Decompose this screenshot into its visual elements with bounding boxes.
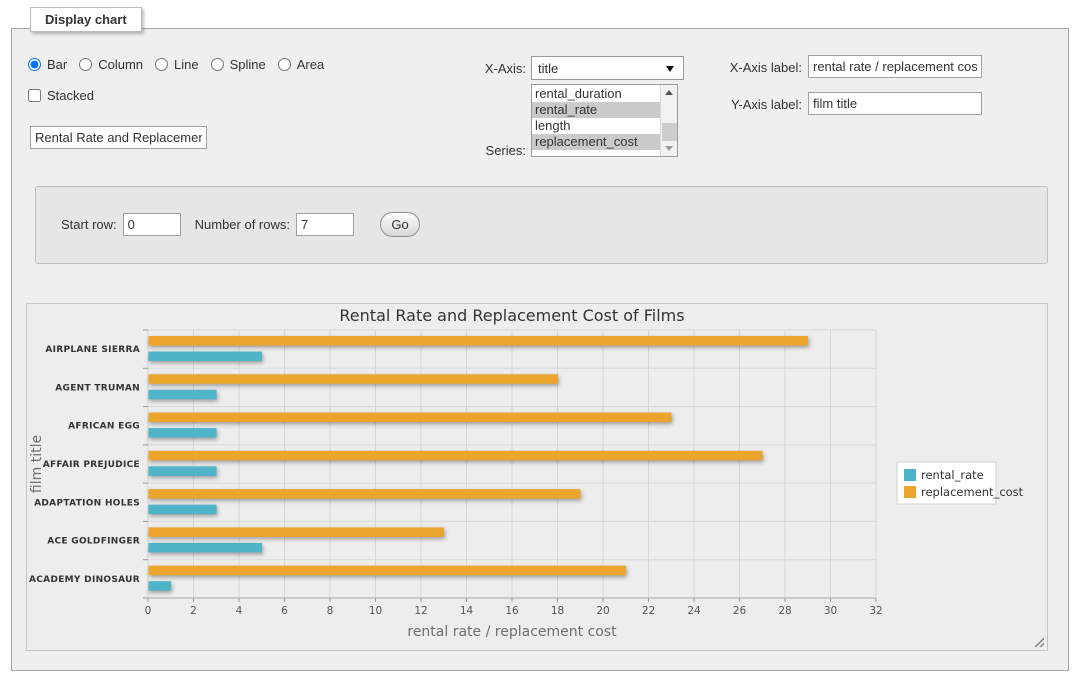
- legend-swatch-replacement_cost[interactable]: [904, 486, 916, 498]
- x-tick-label: 28: [778, 605, 791, 617]
- stacked-label: Stacked: [47, 88, 94, 103]
- chart-type-label-line: Line: [174, 57, 199, 72]
- bar-rental_rate[interactable]: [149, 466, 217, 476]
- scrollbar-thumb[interactable]: [662, 123, 677, 141]
- bar-rental_rate[interactable]: [149, 352, 263, 362]
- chart-type-option-line[interactable]: Line: [155, 57, 199, 72]
- x-tick-label: 26: [733, 605, 747, 617]
- yaxis-label-input[interactable]: [808, 92, 982, 115]
- legend-swatch-rental_rate[interactable]: [904, 469, 916, 481]
- xaxis-label-field-label: X-Axis label:: [690, 60, 802, 75]
- x-tick-label: 16: [505, 605, 519, 617]
- x-tick-label: 8: [327, 605, 334, 617]
- x-tick-label: 14: [460, 605, 474, 617]
- bar-rental_rate[interactable]: [149, 581, 172, 591]
- chart-type-radio-spline[interactable]: [211, 58, 224, 71]
- series-scrollbar[interactable]: [660, 85, 677, 156]
- bar-replacement_cost[interactable]: [149, 451, 763, 461]
- series-option-rental_duration[interactable]: rental_duration: [532, 86, 660, 102]
- category-label: ACE GOLDFINGER: [47, 537, 140, 547]
- bar-rental_rate[interactable]: [149, 390, 217, 400]
- start-row-label: Start row:: [61, 217, 117, 232]
- series-listbox[interactable]: rental_durationrental_ratelengthreplacem…: [531, 84, 678, 157]
- x-tick-label: 2: [190, 605, 197, 617]
- x-tick-label: 24: [687, 605, 701, 617]
- bar-replacement_cost[interactable]: [149, 336, 809, 346]
- row-controls-panel: Start row: Number of rows: Go: [35, 186, 1048, 264]
- xaxis-label-input[interactable]: [808, 55, 982, 78]
- bar-rental_rate[interactable]: [149, 428, 217, 438]
- bar-rental_rate[interactable]: [149, 543, 263, 553]
- category-label: ADAPTATION HOLES: [34, 498, 140, 508]
- y-axis-title: film title: [29, 435, 45, 493]
- x-tick-label: 4: [236, 605, 243, 617]
- category-label: AFRICAN EGG: [68, 422, 140, 432]
- num-rows-label: Number of rows:: [195, 217, 290, 232]
- scroll-up-icon[interactable]: [661, 85, 678, 100]
- x-tick-label: 22: [642, 605, 655, 617]
- stacked-option[interactable]: Stacked: [28, 88, 94, 103]
- chart-type-label-spline: Spline: [230, 57, 266, 72]
- chart-type-option-column[interactable]: Column: [79, 57, 143, 72]
- category-label: AIRPLANE SIERRA: [45, 345, 140, 355]
- series-option-length[interactable]: length: [532, 118, 660, 134]
- chart-type-radio-bar[interactable]: [28, 58, 41, 71]
- yaxis-label-field-label: Y-Axis label:: [690, 97, 802, 112]
- category-label: AGENT TRUMAN: [55, 383, 140, 393]
- stacked-row: Stacked: [28, 88, 94, 103]
- scroll-down-icon[interactable]: [661, 141, 678, 156]
- bar-replacement_cost[interactable]: [149, 566, 627, 576]
- chart-type-label-column: Column: [98, 57, 143, 72]
- xaxis-select-label: X-Axis:: [430, 61, 526, 76]
- chevron-down-icon: [666, 66, 674, 72]
- chart-container: 02468101214161820222426283032AIRPLANE SI…: [26, 303, 1048, 651]
- bar-replacement_cost[interactable]: [149, 413, 672, 423]
- x-tick-label: 12: [414, 605, 427, 617]
- x-tick-label: 18: [551, 605, 564, 617]
- chart-type-radio-area[interactable]: [278, 58, 291, 71]
- x-axis-title: rental rate / replacement cost: [407, 624, 617, 640]
- series-select-label: Series:: [430, 143, 526, 158]
- bar-replacement_cost[interactable]: [149, 489, 581, 499]
- series-option-rental_rate[interactable]: rental_rate: [532, 102, 660, 118]
- go-button[interactable]: Go: [380, 212, 420, 237]
- legend-label-rental_rate[interactable]: rental_rate: [921, 468, 984, 482]
- chart-title: Rental Rate and Replacement Cost of Film…: [339, 306, 684, 325]
- xaxis-select[interactable]: title: [531, 56, 684, 80]
- start-row-input[interactable]: [123, 213, 181, 236]
- chart-type-radio-group: Bar Column Line Spline Area: [28, 57, 324, 72]
- fieldset-legend: Display chart: [30, 7, 142, 32]
- x-tick-label: 6: [281, 605, 288, 617]
- series-option-replacement_cost[interactable]: replacement_cost: [532, 134, 660, 150]
- chart-type-label-area: Area: [297, 57, 324, 72]
- category-label: AFFAIR PREJUDICE: [43, 460, 140, 470]
- series-options: rental_durationrental_ratelengthreplacem…: [532, 86, 660, 150]
- chart-type-radio-line[interactable]: [155, 58, 168, 71]
- num-rows-input[interactable]: [296, 213, 354, 236]
- chart-title-input[interactable]: [30, 126, 207, 149]
- legend-label-replacement_cost[interactable]: replacement_cost: [921, 485, 1024, 499]
- bar-replacement_cost[interactable]: [149, 374, 558, 384]
- x-tick-label: 32: [869, 605, 882, 617]
- chart-type-option-area[interactable]: Area: [278, 57, 324, 72]
- x-tick-label: 0: [145, 605, 152, 617]
- category-label: ACADEMY DINOSAUR: [29, 575, 140, 585]
- chart-type-label-bar: Bar: [47, 57, 67, 72]
- x-tick-label: 20: [596, 605, 609, 617]
- xaxis-select-value: title: [538, 61, 558, 76]
- chart-type-option-spline[interactable]: Spline: [211, 57, 266, 72]
- x-tick-label: 30: [824, 605, 837, 617]
- chart-type-option-bar[interactable]: Bar: [28, 57, 67, 72]
- stacked-checkbox[interactable]: [28, 89, 41, 102]
- chart-svg: 02468101214161820222426283032AIRPLANE SI…: [27, 304, 1047, 650]
- bar-replacement_cost[interactable]: [149, 527, 445, 537]
- bar-rental_rate[interactable]: [149, 505, 217, 514]
- x-tick-label: 10: [369, 605, 382, 617]
- chart-type-radio-column[interactable]: [79, 58, 92, 71]
